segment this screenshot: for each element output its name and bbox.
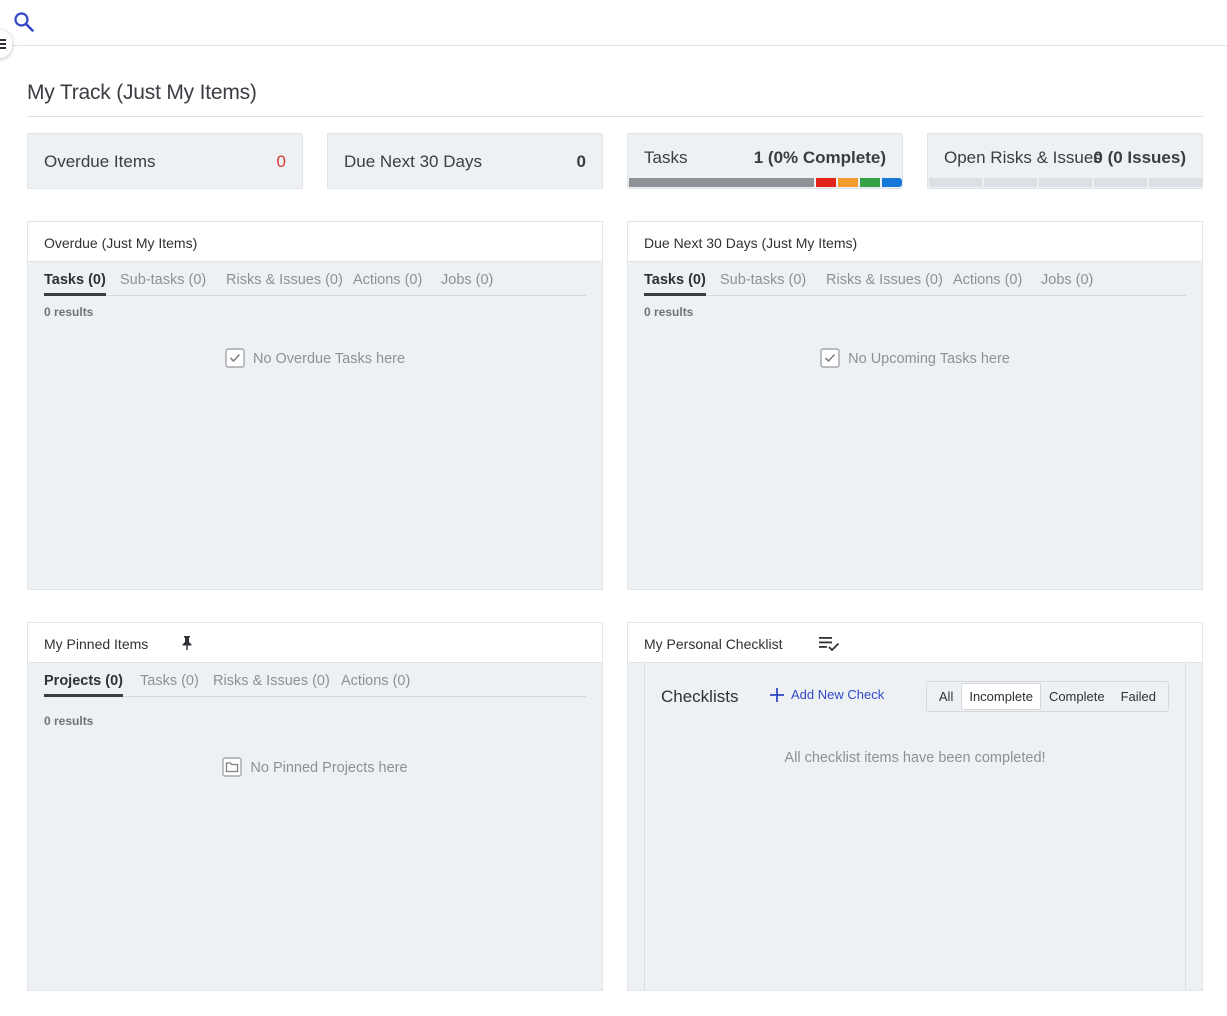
filter-failed-button[interactable]: Failed bbox=[1113, 683, 1164, 710]
pin-icon[interactable] bbox=[180, 635, 194, 656]
overdue-items-label: Overdue Items bbox=[44, 152, 156, 171]
page-title: My Track (Just My Items) bbox=[27, 81, 257, 104]
results-count: 0 results bbox=[644, 305, 694, 319]
checklist-empty-message: All checklist items have been completed! bbox=[784, 750, 1046, 766]
tasks-card[interactable]: Tasks 1 (0% Complete) bbox=[627, 133, 903, 189]
tab-jobs[interactable]: Jobs (0) bbox=[1041, 272, 1093, 288]
bar-segment bbox=[984, 178, 1037, 187]
filter-incomplete-button[interactable]: Incomplete bbox=[961, 683, 1041, 710]
tab-sub-tasks[interactable]: Sub-tasks (0) bbox=[720, 272, 806, 288]
checkbox-icon bbox=[225, 348, 245, 372]
overdue-panel-title: Overdue (Just My Items) bbox=[44, 235, 198, 251]
bar-segment-not-started bbox=[629, 178, 814, 187]
playlist-check-icon[interactable] bbox=[818, 636, 840, 657]
checklists-container: Checklists Add New Check All Incomplete … bbox=[644, 663, 1186, 990]
add-new-check-button[interactable]: Add New Check bbox=[769, 687, 884, 703]
results-count: 0 results bbox=[44, 714, 94, 728]
personal-checklist-panel: My Personal Checklist Checklists Add New… bbox=[627, 622, 1203, 991]
overdue-panel: Overdue (Just My Items) Tasks (0) Sub-ta… bbox=[27, 221, 603, 590]
pinned-panel-header: My Pinned Items bbox=[28, 623, 602, 663]
overdue-tabs: Tasks (0) Sub-tasks (0) Risks & Issues (… bbox=[44, 272, 586, 296]
top-bar bbox=[0, 0, 1227, 46]
bar-segment-on-track bbox=[860, 178, 880, 187]
tab-risks-issues[interactable]: Risks & Issues (0) bbox=[213, 673, 330, 689]
tab-projects[interactable]: Projects (0) bbox=[44, 673, 123, 697]
empty-state: No Overdue Tasks here bbox=[28, 348, 602, 372]
checkbox-icon bbox=[820, 348, 840, 372]
add-new-check-label: Add New Check bbox=[791, 687, 885, 702]
tasks-summary: 1 (0% Complete) bbox=[753, 148, 886, 167]
bar-segment bbox=[1039, 178, 1092, 187]
bar-segment bbox=[1149, 178, 1202, 187]
empty-state: No Upcoming Tasks here bbox=[628, 348, 1202, 372]
open-risks-label: Open Risks & Issues bbox=[944, 148, 1102, 167]
empty-state-text: No Pinned Projects here bbox=[250, 760, 408, 776]
bar-segment-overdue bbox=[816, 178, 836, 187]
folder-icon bbox=[222, 757, 243, 781]
plus-icon bbox=[770, 688, 784, 702]
open-risks-card[interactable]: Open Risks & Issues 0 (0 Issues) bbox=[927, 133, 1203, 189]
overdue-items-count: 0 bbox=[276, 152, 286, 171]
bar-segment bbox=[929, 178, 982, 187]
checklists-heading: Checklists bbox=[661, 687, 739, 706]
empty-state-text: No Upcoming Tasks here bbox=[848, 351, 1010, 367]
tab-risks-issues[interactable]: Risks & Issues (0) bbox=[826, 272, 943, 288]
tab-tasks[interactable]: Tasks (0) bbox=[44, 272, 106, 296]
due-next-panel: Due Next 30 Days (Just My Items) Tasks (… bbox=[627, 221, 1203, 590]
due-next-panel-title: Due Next 30 Days (Just My Items) bbox=[644, 235, 858, 251]
pinned-items-panel: My Pinned Items Projects (0) Tasks (0) R… bbox=[27, 622, 603, 991]
due-next-count: 0 bbox=[576, 152, 586, 171]
bar-segment-complete bbox=[882, 178, 902, 187]
tasks-progress-bar bbox=[629, 178, 902, 187]
tab-jobs[interactable]: Jobs (0) bbox=[441, 272, 493, 288]
menu-icon bbox=[0, 39, 6, 49]
bar-segment-at-risk bbox=[838, 178, 858, 187]
empty-state-text: No Overdue Tasks here bbox=[252, 351, 406, 367]
risks-progress-bar bbox=[929, 178, 1202, 187]
open-risks-summary: 0 (0 Issues) bbox=[1093, 148, 1186, 167]
title-divider bbox=[27, 116, 1203, 117]
search-icon[interactable] bbox=[13, 11, 35, 33]
tab-actions[interactable]: Actions (0) bbox=[353, 272, 422, 288]
checklist-filter-group: All Incomplete Complete Failed bbox=[925, 681, 1169, 712]
tab-tasks[interactable]: Tasks (0) bbox=[140, 673, 199, 689]
tab-risks-issues[interactable]: Risks & Issues (0) bbox=[226, 272, 343, 288]
overdue-panel-header: Overdue (Just My Items) bbox=[28, 222, 602, 262]
due-next-panel-header: Due Next 30 Days (Just My Items) bbox=[628, 222, 1202, 262]
tab-actions[interactable]: Actions (0) bbox=[953, 272, 1022, 288]
tasks-label: Tasks bbox=[644, 148, 688, 167]
tab-tasks[interactable]: Tasks (0) bbox=[644, 272, 706, 296]
checklist-panel-header: My Personal Checklist bbox=[628, 623, 1202, 663]
results-count: 0 results bbox=[44, 305, 94, 319]
filter-all-button[interactable]: All bbox=[931, 683, 961, 710]
pinned-tabs: Projects (0) Tasks (0) Risks & Issues (0… bbox=[44, 673, 586, 697]
filter-complete-button[interactable]: Complete bbox=[1041, 683, 1113, 710]
tab-actions[interactable]: Actions (0) bbox=[341, 673, 410, 689]
bar-segment bbox=[1094, 178, 1147, 187]
empty-state: No Pinned Projects here bbox=[28, 757, 602, 781]
due-next-tabs: Tasks (0) Sub-tasks (0) Risks & Issues (… bbox=[644, 272, 1186, 296]
checklist-panel-title: My Personal Checklist bbox=[644, 636, 783, 652]
due-next-card[interactable]: Due Next 30 Days 0 bbox=[327, 133, 603, 189]
tab-sub-tasks[interactable]: Sub-tasks (0) bbox=[120, 272, 206, 288]
pinned-panel-title: My Pinned Items bbox=[44, 636, 149, 652]
due-next-label: Due Next 30 Days bbox=[344, 152, 482, 171]
overdue-items-card[interactable]: Overdue Items 0 bbox=[27, 133, 303, 189]
